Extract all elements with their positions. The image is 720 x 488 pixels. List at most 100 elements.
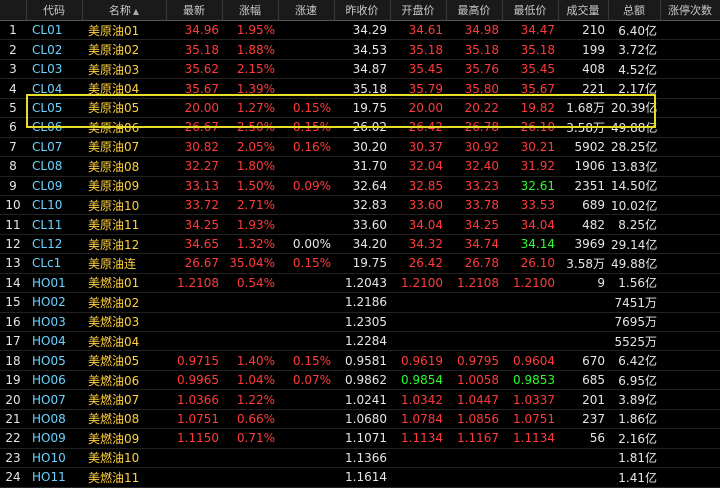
cell-amount: 6.42亿 (608, 350, 660, 371)
cell-high-price: 20.22 (446, 98, 502, 119)
header-col-last[interactable]: 最新 (166, 0, 223, 21)
table-row[interactable]: 11 CL11 美原油11 34.25 1.93% 33.60 34.04 34.25 34.0… (0, 214, 720, 235)
cell-change-pct: 1.95% (222, 20, 278, 41)
cell-amount: 14.50亿 (608, 176, 660, 196)
cell-low-price: 31.92 (502, 156, 558, 177)
cell-open-price (390, 331, 446, 352)
header-col-limit-count[interactable]: 涨停次数 (660, 0, 720, 21)
cell-high-price: 0.9795 (446, 350, 502, 371)
cell-limit-count (660, 214, 720, 235)
cell-amount: 6.95亿 (608, 370, 660, 391)
cell-open-price: 26.42 (390, 117, 446, 138)
cell-low-price: 34.14 (502, 234, 558, 255)
cell-change-speed: 0.15% (278, 350, 334, 371)
table-row[interactable]: 16 HO03 美燃油03 1.2305 7695万 (0, 312, 720, 333)
cell-contract-name: 美原油10 (82, 195, 166, 216)
cell-limit-count (660, 234, 720, 255)
cell-open-price: 0.9854 (390, 370, 446, 391)
table-row[interactable]: 24 HO11 美燃油11 1.1614 1.41亿 (0, 467, 720, 488)
table-row[interactable]: 6 CL06 美原油06 26.67 2.50% 0.15% 26.02 26.42 26.78… (0, 117, 720, 138)
cell-change-speed (278, 195, 334, 216)
table-row[interactable]: 17 HO04 美燃油04 1.2284 5525万 (0, 331, 720, 352)
header-col-index[interactable] (0, 0, 27, 21)
table-row[interactable]: 20 HO07 美燃油07 1.0366 1.22% 1.0241 1.0342 1.0447… (0, 389, 720, 410)
cell-high-price (446, 312, 502, 333)
cell-amount: 8.25亿 (608, 214, 660, 235)
cell-change-pct: 2.05% (222, 137, 278, 158)
cell-limit-count (660, 467, 720, 488)
cell-open-price: 34.32 (390, 234, 446, 255)
cell-volume: 237 (558, 409, 608, 430)
cell-prev-close: 34.20 (334, 234, 390, 255)
cell-contract-code: HO05 (26, 350, 82, 371)
cell-last-price: 26.67 (166, 253, 222, 274)
cell-limit-count (660, 176, 720, 196)
table-row[interactable]: 13 CLc1 美原油连 26.67 35.04% 0.15% 19.75 26.42 26.7… (0, 253, 720, 274)
cell-last-price: 33.13 (166, 176, 222, 196)
header-col-prev-close[interactable]: 昨收价 (334, 0, 391, 21)
table-row[interactable]: 12 CL12 美原油12 34.65 1.32% 0.00% 34.20 34.32 34.7… (0, 234, 720, 255)
header-label: 开盘价 (401, 4, 435, 17)
cell-change-pct: 1.50% (222, 176, 278, 196)
header-col-change-pct[interactable]: 涨幅 (222, 0, 279, 21)
cell-contract-name: 美燃油08 (82, 409, 166, 430)
cell-last-price: 0.9715 (166, 350, 222, 371)
cell-row-index: 21 (0, 409, 26, 430)
cell-last-price: 1.0751 (166, 409, 222, 430)
table-row[interactable]: 2 CL02 美原油02 35.18 1.88% 34.53 35.18 35.18 35.18… (0, 39, 720, 60)
cell-prev-close: 1.2043 (334, 273, 390, 294)
table-row[interactable]: 3 CL03 美原油03 35.62 2.15% 34.87 35.45 35.76 35.45… (0, 59, 720, 80)
header-col-amount[interactable]: 总额 (608, 0, 661, 21)
cell-change-speed (278, 331, 334, 352)
table-row[interactable]: 5 CL05 美原油05 20.00 1.27% 0.15% 19.75 20.00 20.22… (0, 98, 720, 119)
cell-last-price (166, 292, 222, 313)
cell-limit-count (660, 59, 720, 80)
cell-contract-name: 美原油09 (82, 176, 166, 196)
cell-change-pct: 1.40% (222, 350, 278, 371)
header-label: 代码 (43, 4, 65, 17)
cell-volume: 685 (558, 370, 608, 391)
cell-change-pct: 0.66% (222, 409, 278, 430)
table-row[interactable]: 1 CL01 美原油01 34.96 1.95% 34.29 34.61 34.98 34.47… (0, 20, 720, 41)
header-col-low[interactable]: 最低价 (502, 0, 559, 21)
table-row[interactable]: 22 HO09 美燃油09 1.1150 0.71% 1.1071 1.1134 1.1167… (0, 428, 720, 449)
header-col-open[interactable]: 开盘价 (390, 0, 447, 21)
cell-open-price: 26.42 (390, 253, 446, 274)
table-row[interactable]: 10 CL10 美原油10 33.72 2.71% 32.83 33.60 33.78 33.5… (0, 195, 720, 216)
cell-low-price: 33.53 (502, 195, 558, 216)
cell-volume: 1906 (558, 156, 608, 177)
header-col-code[interactable]: 代码 (26, 0, 83, 21)
table-row[interactable]: 9 CL09 美原油09 33.13 1.50% 0.09% 32.64 32.85 33.23… (0, 176, 720, 196)
table-row[interactable]: 19 HO06 美燃油06 0.9965 1.04% 0.07% 0.9862 0.9854 1… (0, 370, 720, 391)
cell-open-price: 0.9619 (390, 350, 446, 371)
cell-row-index: 13 (0, 253, 26, 274)
cell-contract-name: 美燃油04 (82, 331, 166, 352)
cell-open-price: 35.79 (390, 78, 446, 99)
table-row[interactable]: 21 HO08 美燃油08 1.0751 0.66% 1.0680 1.0784 1.0856… (0, 409, 720, 430)
header-col-high[interactable]: 最高价 (446, 0, 503, 21)
table-row[interactable]: 4 CL04 美原油04 35.67 1.39% 35.18 35.79 35.80 35.67… (0, 78, 720, 99)
header-col-volume[interactable]: 成交量 (558, 0, 609, 21)
cell-prev-close: 19.75 (334, 98, 390, 119)
cell-limit-count (660, 117, 720, 138)
cell-volume: 482 (558, 214, 608, 235)
cell-limit-count (660, 409, 720, 430)
cell-limit-count (660, 39, 720, 60)
cell-last-price: 1.1150 (166, 428, 222, 449)
header-col-speed[interactable]: 涨速 (278, 0, 335, 21)
cell-last-price: 32.27 (166, 156, 222, 177)
table-row[interactable]: 18 HO05 美燃油05 0.9715 1.40% 0.15% 0.9581 0.9619 0… (0, 350, 720, 371)
cell-last-price: 34.25 (166, 214, 222, 235)
cell-volume: 5902 (558, 137, 608, 158)
cell-last-price (166, 312, 222, 333)
header-col-name[interactable]: 名称 ▲ (82, 0, 167, 21)
cell-limit-count (660, 312, 720, 333)
table-row[interactable]: 7 CL07 美原油07 30.82 2.05% 0.16% 30.20 30.37 30.92… (0, 137, 720, 158)
cell-prev-close: 1.1071 (334, 428, 390, 449)
cell-change-pct: 0.71% (222, 428, 278, 449)
table-row[interactable]: 8 CL08 美原油08 32.27 1.80% 31.70 32.04 32.40 31.92… (0, 156, 720, 177)
table-row[interactable]: 14 HO01 美燃油01 1.2108 0.54% 1.2043 1.2100 1.2108… (0, 273, 720, 294)
cell-low-price: 26.10 (502, 253, 558, 274)
cell-open-price: 1.0784 (390, 409, 446, 430)
table-row[interactable]: 15 HO02 美燃油02 1.2186 7451万 (0, 292, 720, 313)
